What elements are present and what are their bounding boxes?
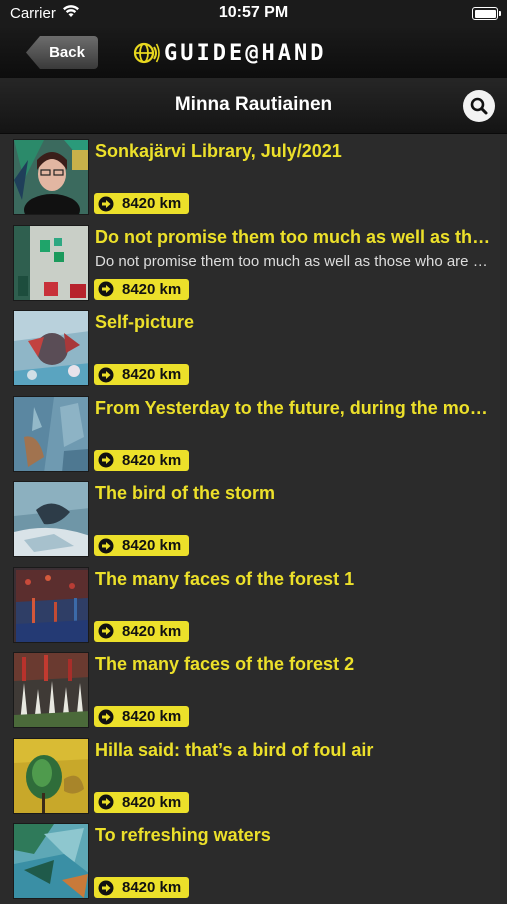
item-title: Self-picture <box>95 312 195 332</box>
list-item[interactable]: Hilla said: that’s a bird of foul air 84… <box>0 733 507 819</box>
distance-badge: 8420 km <box>94 620 190 642</box>
status-bar: Carrier 10:57 PM <box>0 0 507 28</box>
logo-text: GUIDE@HAND <box>164 40 327 66</box>
list-item[interactable]: The bird of the storm 8420 km <box>0 476 507 562</box>
item-thumbnail <box>13 566 89 643</box>
list-item[interactable]: Self-picture 8420 km <box>0 305 507 391</box>
distance-badge: 8420 km <box>94 535 190 556</box>
arrow-right-circle-icon <box>98 367 114 382</box>
item-thumbnail <box>13 737 89 814</box>
app-logo: GUIDE@HAND <box>132 39 326 67</box>
arrow-right-circle-icon <box>98 794 114 810</box>
poi-list: Sonkajärvi Library, July/2021 8420 km Do… <box>0 134 507 904</box>
distance-label: 8420 km <box>122 451 182 469</box>
list-item[interactable]: The many faces of the forest 1 8420 km <box>0 562 507 648</box>
arrow-right-circle-icon <box>98 880 114 895</box>
back-button[interactable]: Back <box>26 36 98 69</box>
list-item[interactable]: Do not promise them too much as well as … <box>0 220 507 306</box>
distance-label: 8420 km <box>122 879 182 896</box>
list-item[interactable]: To refreshing waters 8420 km <box>0 818 507 904</box>
distance-label: 8420 km <box>122 195 182 212</box>
search-icon <box>470 97 488 115</box>
battery-icon <box>472 7 501 20</box>
item-thumbnail <box>13 652 89 728</box>
item-title: Do not promise them too much as well as … <box>95 226 495 247</box>
arrow-right-circle-icon <box>98 452 114 468</box>
distance-label: 8420 km <box>122 537 182 554</box>
item-thumbnail <box>13 395 89 472</box>
back-button-label: Back <box>49 44 85 61</box>
list-item[interactable]: From Yesterday to the future, during the… <box>0 391 507 477</box>
title-bar: Minna Rautiainen <box>0 78 507 134</box>
distance-label: 8420 km <box>122 366 182 383</box>
distance-badge: 8420 km <box>94 877 190 898</box>
list-item[interactable]: The many faces of the forest 2 8420 km <box>0 647 507 733</box>
item-title: From Yesterday to the future, during the… <box>95 397 495 418</box>
arrow-right-circle-icon <box>98 623 114 639</box>
arrow-right-circle-icon <box>98 281 114 297</box>
distance-label: 8420 km <box>122 708 182 725</box>
globe-sound-icon <box>133 42 160 64</box>
item-title: The bird of the storm <box>95 483 275 503</box>
page-title: Minna Rautiainen <box>174 94 333 115</box>
distance-badge: 8420 km <box>94 449 190 471</box>
item-subtitle: Do not promise them too much as well as … <box>95 252 495 270</box>
item-title: The many faces of the forest 2 <box>95 654 355 674</box>
item-thumbnail <box>13 224 89 301</box>
distance-badge: 8420 km <box>94 706 190 727</box>
list-item[interactable]: Sonkajärvi Library, July/2021 8420 km <box>0 134 507 220</box>
arrow-right-circle-icon <box>98 538 114 553</box>
search-button[interactable] <box>463 90 495 122</box>
arrow-right-circle-icon <box>98 709 114 724</box>
item-title: To refreshing waters <box>95 825 271 845</box>
item-thumbnail <box>13 823 89 899</box>
distance-label: 8420 km <box>122 622 182 640</box>
distance-badge: 8420 km <box>94 193 190 214</box>
clock: 10:57 PM <box>218 4 289 21</box>
item-title: The many faces of the forest 1 <box>95 568 355 589</box>
item-thumbnail <box>13 310 89 386</box>
item-title: Sonkajärvi Library, July/2021 <box>95 141 342 161</box>
distance-label: 8420 km <box>122 793 182 811</box>
item-thumbnail <box>13 481 89 557</box>
arrow-right-circle-icon <box>98 196 114 211</box>
distance-badge: 8420 km <box>94 278 190 300</box>
distance-badge: 8420 km <box>94 364 190 385</box>
item-thumbnail <box>13 139 89 215</box>
navigation-bar: Back GUIDE@HAND <box>0 28 507 78</box>
distance-label: 8420 km <box>122 280 182 298</box>
item-title: Hilla said: that’s a bird of foul air <box>95 739 374 760</box>
distance-badge: 8420 km <box>94 791 190 813</box>
